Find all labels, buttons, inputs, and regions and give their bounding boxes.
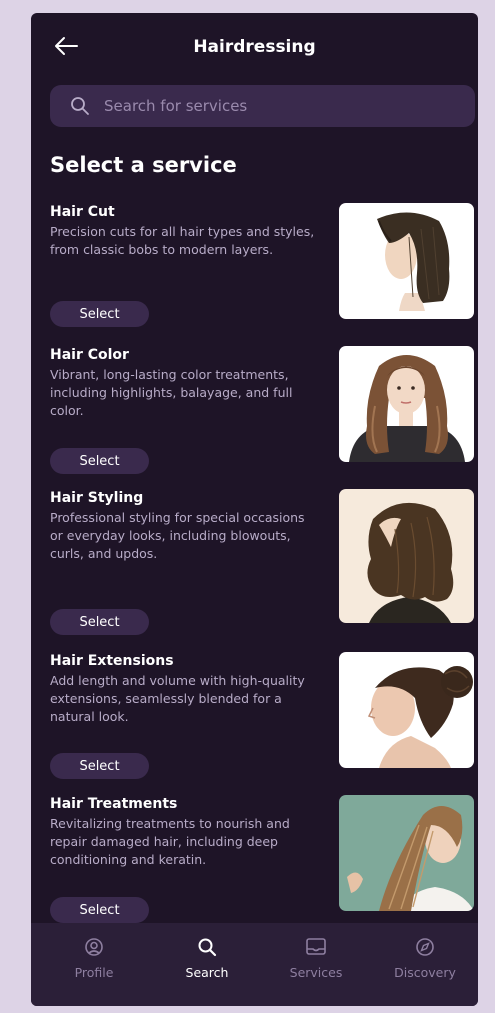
- select-hair-treatments-button[interactable]: Select: [50, 897, 149, 923]
- service-card-hair-color: Hair Color Vibrant, long-lasting color t…: [50, 346, 475, 476]
- service-card-hair-cut: Hair Cut Precision cuts for all hair typ…: [50, 203, 475, 333]
- search-input[interactable]: [102, 96, 436, 116]
- hair-styling-image: [339, 489, 474, 623]
- profile-icon: [85, 938, 103, 956]
- nav-label: Profile: [74, 965, 114, 980]
- nav-label: Search: [185, 965, 229, 980]
- nav-label: Discovery: [394, 965, 456, 980]
- service-card-hair-treatments: Hair Treatments Revitalizing treatments …: [50, 795, 475, 925]
- search-icon: [71, 97, 89, 115]
- section-title: Select a service: [50, 153, 237, 177]
- compass-icon: [416, 938, 434, 956]
- nav-search[interactable]: Search: [157, 937, 257, 980]
- service-card-hair-styling: Hair Styling Professional styling for sp…: [50, 489, 475, 639]
- bottom-nav: Profile Search Services Discovery: [31, 923, 478, 1006]
- services-icon: [306, 938, 326, 955]
- service-description: Precision cuts for all hair types and st…: [50, 224, 315, 257]
- nav-discovery[interactable]: Discovery: [375, 937, 475, 980]
- nav-profile[interactable]: Profile: [44, 937, 144, 980]
- service-description: Revitalizing treatments to nourish and r…: [50, 816, 290, 867]
- nav-label: Services: [289, 965, 343, 980]
- app-screen: Hairdressing Select a service Hair Cut P…: [31, 13, 478, 1006]
- hair-extensions-image: [339, 652, 474, 768]
- hair-treatments-image: [339, 795, 474, 911]
- service-description: Vibrant, long-lasting color treatments, …: [50, 367, 293, 418]
- service-description: Add length and volume with high-quality …: [50, 673, 305, 724]
- nav-services[interactable]: Services: [266, 937, 366, 980]
- select-hair-cut-button[interactable]: Select: [50, 301, 149, 327]
- search-icon: [198, 938, 217, 957]
- service-description: Professional styling for special occasio…: [50, 510, 305, 561]
- select-hair-extensions-button[interactable]: Select: [50, 753, 149, 779]
- header: Hairdressing: [31, 13, 478, 83]
- hair-color-image: [339, 346, 474, 462]
- hair-cut-image: [339, 203, 474, 319]
- page-title: Hairdressing: [193, 37, 316, 57]
- search-bar[interactable]: [50, 85, 475, 127]
- service-card-hair-extensions: Hair Extensions Add length and volume wi…: [50, 652, 475, 782]
- select-hair-styling-button[interactable]: Select: [50, 609, 149, 635]
- select-hair-color-button[interactable]: Select: [50, 448, 149, 474]
